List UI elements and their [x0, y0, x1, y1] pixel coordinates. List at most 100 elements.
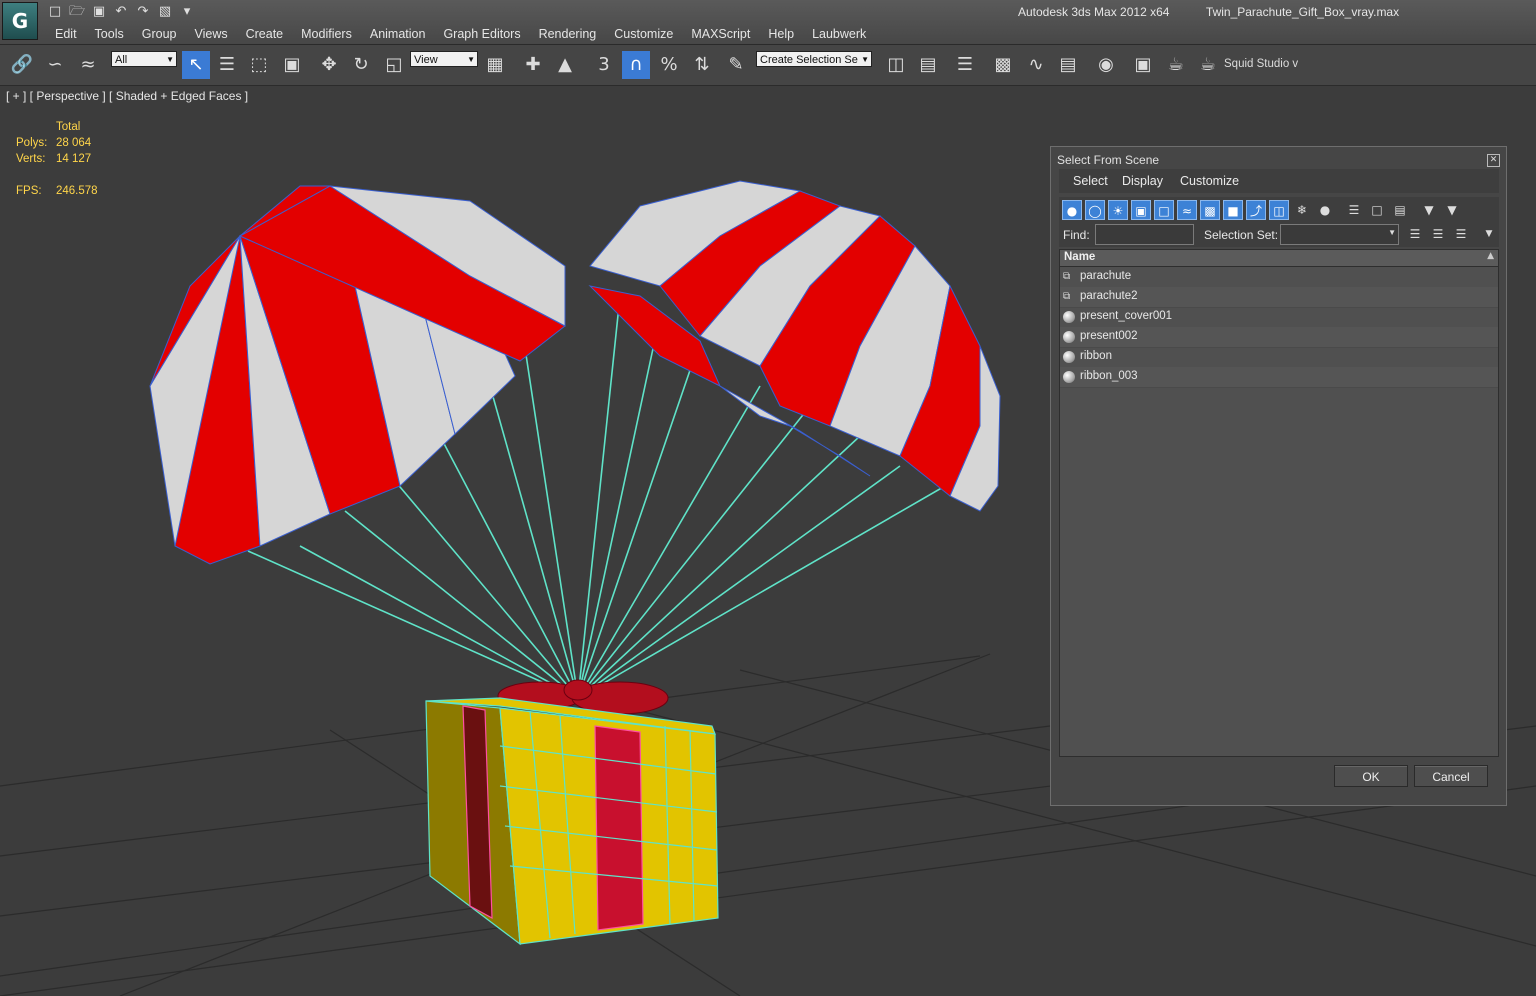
schematic-view-icon[interactable]: ▤ — [1054, 51, 1082, 79]
menu-group[interactable]: Group — [133, 26, 186, 44]
space-warps-filter-icon[interactable]: ≈ — [1177, 200, 1197, 220]
shapes-filter-icon[interactable]: ◯ — [1085, 200, 1105, 220]
menu-tools[interactable]: Tools — [86, 26, 133, 44]
sort-alpha-icon[interactable]: ☰ — [1405, 224, 1425, 244]
selection-set-dropdown[interactable] — [1280, 224, 1399, 245]
percent-snap-icon[interactable]: % — [655, 51, 683, 79]
select-invert-icon[interactable]: ▤ — [1390, 200, 1410, 220]
menu-animation[interactable]: Animation — [361, 26, 435, 44]
manipulate-icon[interactable]: ✚ — [519, 51, 547, 79]
graphite-ribbon-icon[interactable]: ▩ — [989, 51, 1017, 79]
save-icon[interactable]: ▣ — [90, 4, 108, 20]
list-item[interactable]: present002 — [1060, 327, 1498, 348]
menu-customize[interactable]: Customize — [605, 26, 682, 44]
menu-edit[interactable]: Edit — [46, 26, 86, 44]
bind-space-warp-icon[interactable]: ≈ — [74, 51, 102, 79]
menu-bar: Edit Tools Group Views Create Modifiers … — [46, 26, 875, 44]
render-setup-icon[interactable]: ▣ — [1129, 51, 1157, 79]
containers-filter-icon[interactable]: ◫ — [1269, 200, 1289, 220]
window-crossing-icon[interactable]: ▣ — [278, 51, 306, 79]
menu-modifiers[interactable]: Modifiers — [292, 26, 361, 44]
viewport-label[interactable]: [ + ] [ Perspective ] [ Shaded + Edged F… — [6, 89, 248, 103]
geometry-sphere-icon — [1063, 371, 1075, 383]
selection-set-label: Selection Set: — [1204, 228, 1279, 242]
list-item[interactable]: ribbon_003 — [1060, 367, 1498, 388]
list-item[interactable]: ribbon — [1060, 347, 1498, 368]
find-input[interactable] — [1095, 224, 1194, 245]
scale-icon[interactable]: ◱ — [380, 51, 408, 79]
material-editor-icon[interactable]: ◉ — [1092, 51, 1120, 79]
mirror-icon[interactable]: ◫ — [882, 51, 910, 79]
menu-views[interactable]: Views — [185, 26, 236, 44]
menu-create[interactable]: Create — [237, 26, 293, 44]
bones-filter-icon[interactable]: ⤴ — [1246, 200, 1266, 220]
project-folder-icon[interactable]: ▧ — [156, 4, 174, 20]
select-none-icon[interactable]: □ — [1367, 200, 1387, 220]
list-item[interactable]: present_cover001 — [1060, 307, 1498, 328]
list-item[interactable]: ⧉ parachute2 — [1060, 287, 1498, 308]
rotate-icon[interactable]: ↻ — [347, 51, 375, 79]
sort-type-icon[interactable]: ☰ — [1428, 224, 1448, 244]
gift-box — [425, 697, 719, 946]
options-dropdown-icon[interactable]: ▼ — [1479, 224, 1499, 244]
link-icon[interactable]: 🔗 — [8, 51, 36, 79]
column-name-header[interactable]: Name — [1064, 251, 1095, 263]
move-icon[interactable]: ✥ — [315, 51, 343, 79]
align-icon[interactable]: ▤ — [914, 51, 942, 79]
menu-rendering[interactable]: Rendering — [530, 26, 606, 44]
hidden-filter-icon[interactable]: ● — [1315, 200, 1335, 220]
edit-named-selection-icon[interactable]: ✎ — [722, 51, 750, 79]
undo-icon[interactable]: ↶ — [112, 4, 130, 20]
angle-snap-icon[interactable]: ∩ — [622, 51, 650, 79]
filter-icon[interactable]: ▼ — [1419, 200, 1439, 220]
xrefs-filter-icon[interactable]: ■ — [1223, 200, 1243, 220]
open-file-icon[interactable]: 🗁 — [68, 4, 86, 20]
filter-options-icon[interactable]: ▼ — [1442, 200, 1462, 220]
main-toolbar: 🔗 ∽ ≈ All ↖ ☰ ⬚ ▣ ✥ ↻ ◱ View ▦ ✚ ▲ 3 ∩ %… — [0, 45, 1536, 86]
parachute-left-canopy — [149, 185, 566, 565]
ok-button[interactable]: OK — [1334, 765, 1408, 787]
snaps-toggle-icon[interactable]: 3 — [590, 51, 618, 79]
list-item[interactable]: ⧉ parachute — [1060, 267, 1498, 288]
reference-coordinate-dropdown[interactable]: View — [410, 51, 478, 68]
app-logo-icon[interactable]: G — [2, 2, 38, 40]
dialog-menu-customize[interactable]: Customize — [1180, 174, 1239, 188]
select-by-name-icon[interactable]: ☰ — [213, 51, 241, 79]
sort-ascending-icon[interactable]: ▲ — [1487, 251, 1494, 261]
cameras-filter-icon[interactable]: ▣ — [1131, 200, 1151, 220]
select-all-icon[interactable]: ☰ — [1344, 200, 1364, 220]
menu-maxscript[interactable]: MAXScript — [682, 26, 759, 44]
curve-editor-icon[interactable]: ∿ — [1022, 51, 1050, 79]
dialog-menu-display[interactable]: Display — [1122, 174, 1163, 188]
customize-qa-dropdown-icon[interactable]: ▾ — [178, 4, 196, 20]
new-file-icon[interactable]: □ — [46, 4, 64, 20]
dialog-menu-select[interactable]: Select — [1073, 174, 1108, 188]
keyboard-shortcut-override-icon[interactable]: ▲ — [551, 51, 579, 79]
unlink-icon[interactable]: ∽ — [41, 51, 69, 79]
menu-help[interactable]: Help — [759, 26, 803, 44]
close-icon[interactable]: ✕ — [1487, 154, 1500, 167]
selection-filter-dropdown[interactable]: All — [111, 51, 177, 68]
frozen-filter-icon[interactable]: ❄ — [1292, 200, 1312, 220]
pivot-center-icon[interactable]: ▦ — [481, 51, 509, 79]
helpers-filter-icon[interactable]: □ — [1154, 200, 1174, 220]
layer-manager-icon[interactable]: ☰ — [951, 51, 979, 79]
sort-color-icon[interactable]: ☰ — [1451, 224, 1471, 244]
menu-laubwerk[interactable]: Laubwerk — [803, 26, 875, 44]
select-object-icon[interactable]: ↖ — [182, 51, 210, 79]
spinner-snap-icon[interactable]: ⇅ — [688, 51, 716, 79]
polys-label: Polys: — [16, 137, 48, 149]
lights-filter-icon[interactable]: ☀ — [1108, 200, 1128, 220]
redo-icon[interactable]: ↷ — [134, 4, 152, 20]
menu-graph-editors[interactable]: Graph Editors — [434, 26, 529, 44]
cancel-button[interactable]: Cancel — [1414, 765, 1488, 787]
render-production-icon[interactable]: ☕ — [1194, 51, 1222, 79]
verts-label: Verts: — [16, 153, 46, 165]
named-selection-set-dropdown[interactable]: Create Selection Se — [756, 51, 872, 68]
groups-filter-icon[interactable]: ▩ — [1200, 200, 1220, 220]
rendered-frame-window-icon[interactable]: ☕ — [1162, 51, 1190, 79]
list-header[interactable]: Name ▲ — [1060, 250, 1498, 267]
squid-studio-label[interactable]: Squid Studio v — [1224, 58, 1298, 70]
geometry-filter-icon[interactable]: ● — [1062, 200, 1082, 220]
rectangular-selection-icon[interactable]: ⬚ — [245, 51, 273, 79]
